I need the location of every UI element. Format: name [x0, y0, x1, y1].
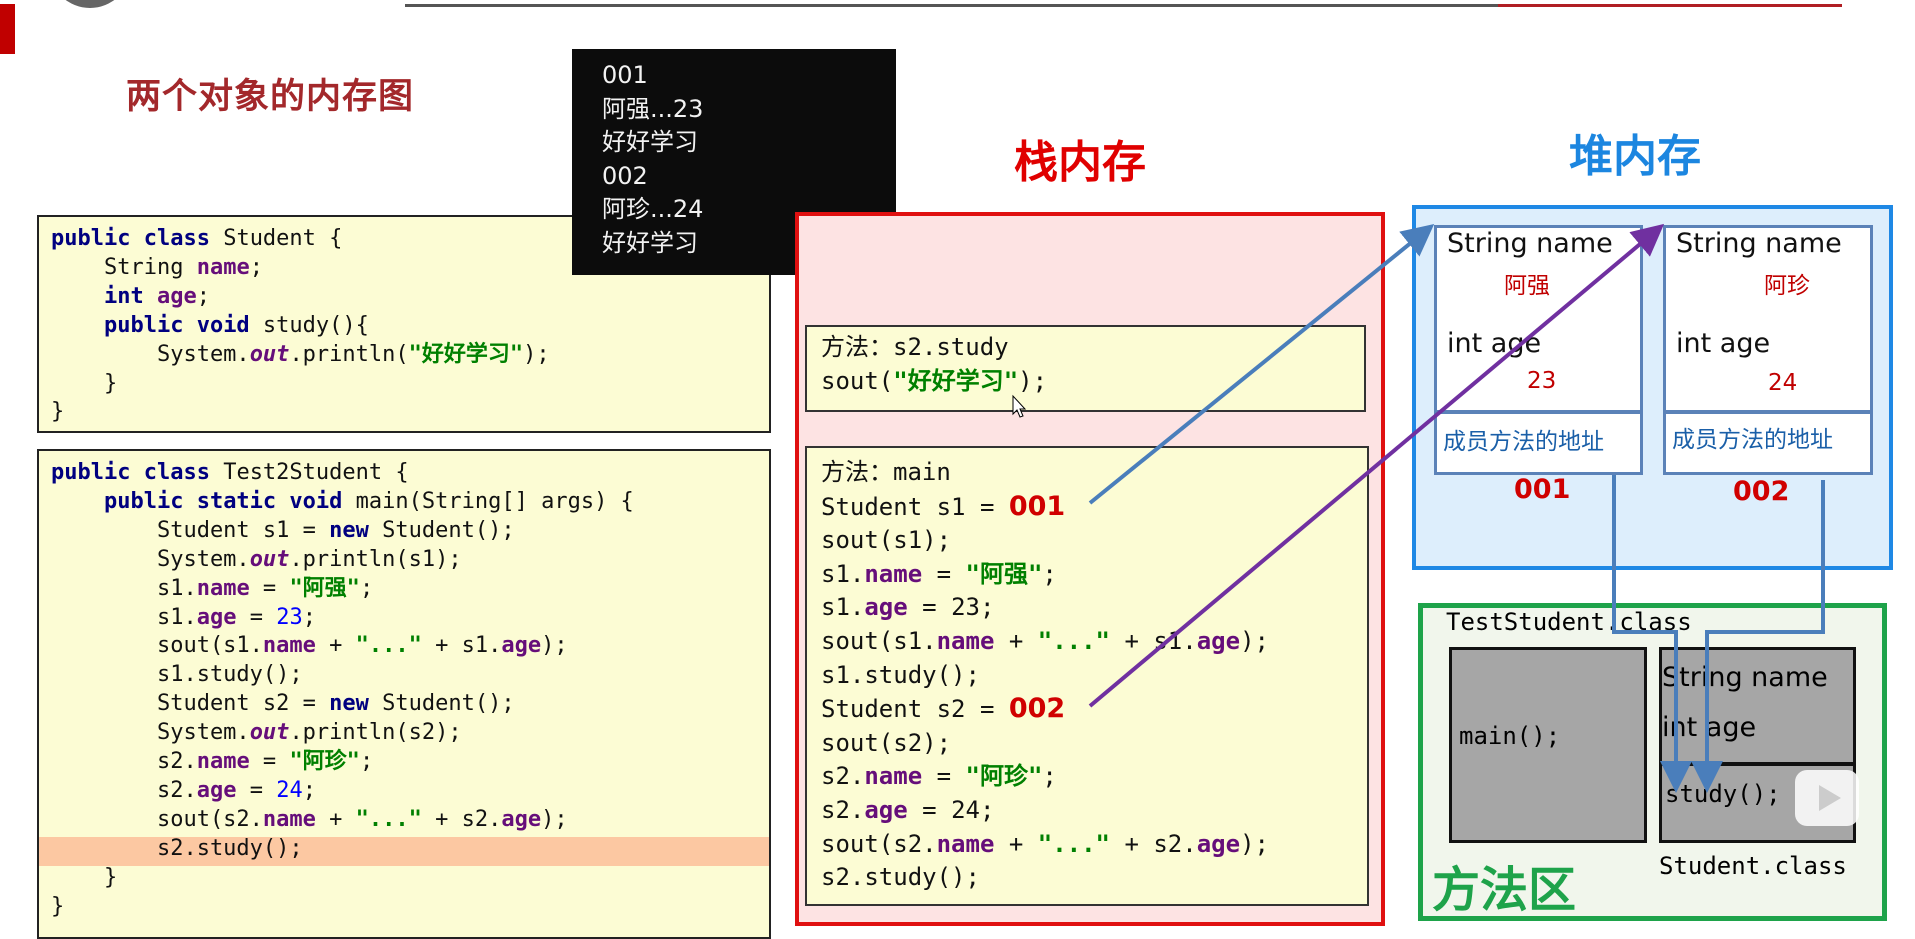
s1-method-address-arrow	[1612, 475, 1692, 793]
s2-method-address-arrow	[1691, 480, 1825, 793]
cursor-icon	[1012, 394, 1027, 418]
reference-arrows	[1012, 223, 1825, 793]
s2-reference-arrow	[1088, 223, 1665, 708]
bilibili-logo-icon	[1795, 770, 1859, 826]
s1-reference-arrow	[1088, 223, 1435, 505]
